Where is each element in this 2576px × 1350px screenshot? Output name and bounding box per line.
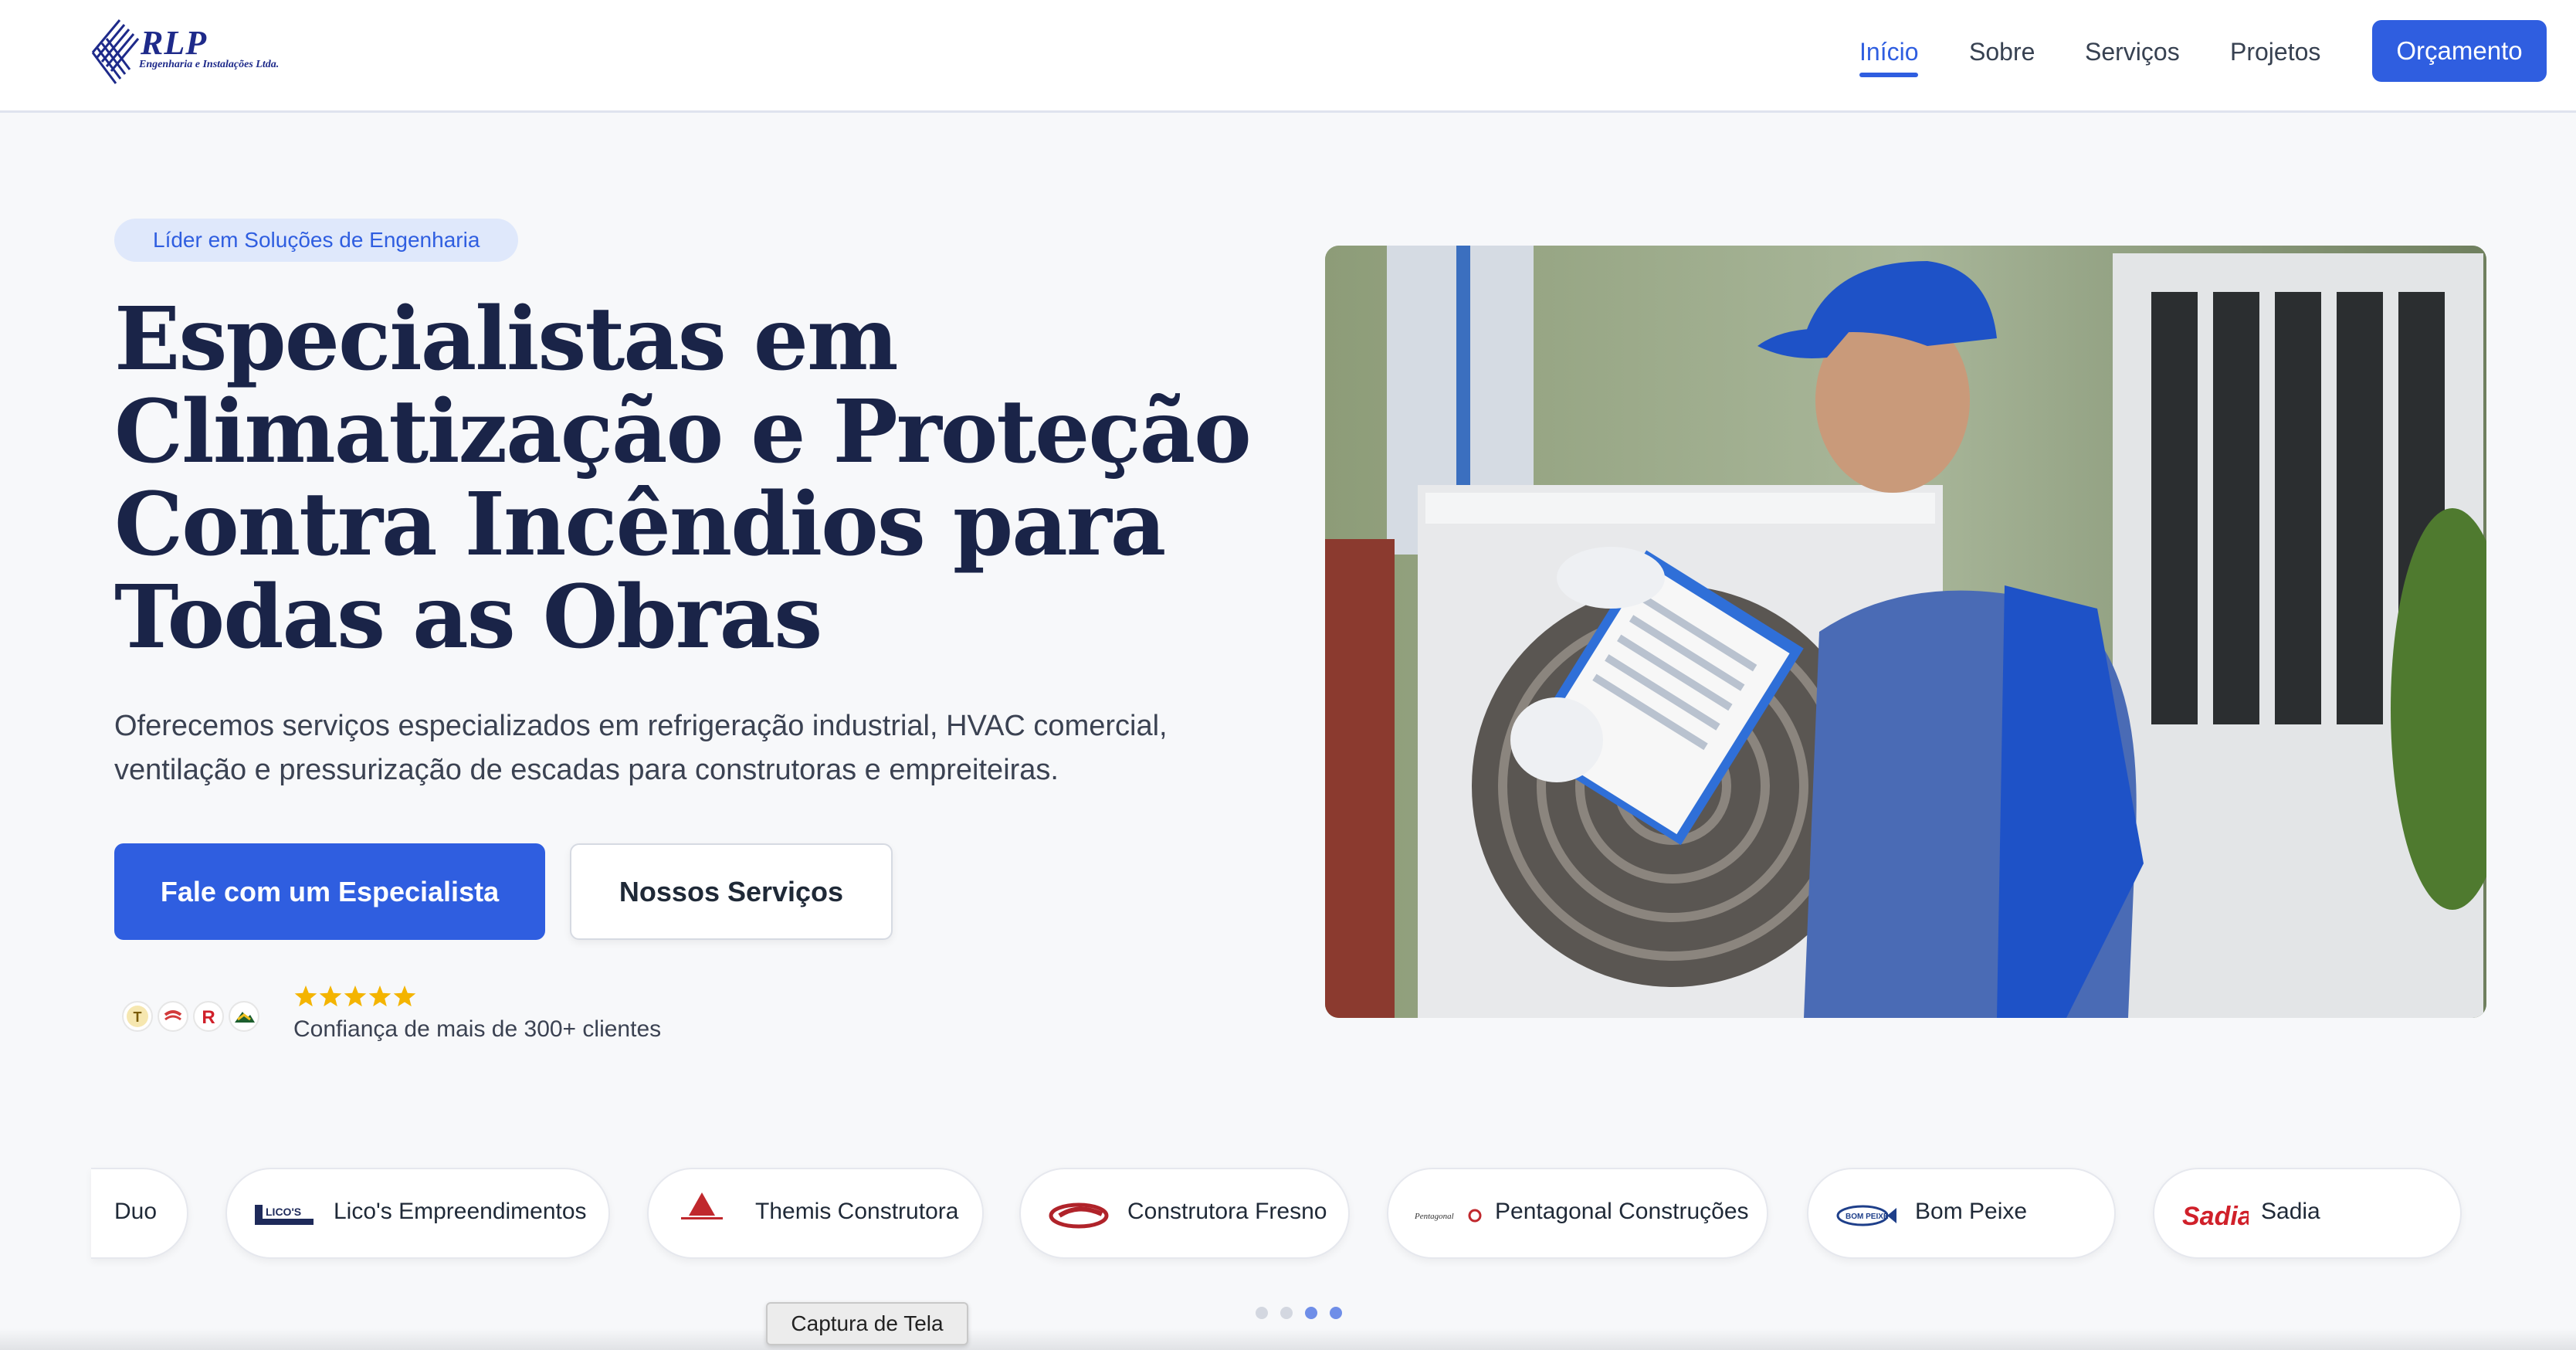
svg-text:Sadia: Sadia [2182, 1202, 2249, 1231]
star-icon [294, 985, 317, 1007]
site-header: RLP Engenharia e Instalações Ltda. Iníci… [0, 0, 2576, 113]
pentagonal-logo-icon: Pentagonal [1414, 1209, 1482, 1223]
hero-title: Especialistas em Climatização e Proteção… [114, 289, 1252, 668]
carousel-dot-active[interactable] [1305, 1307, 1317, 1319]
hero-badge: Líder em Soluções de Engenharia [114, 219, 519, 262]
our-services-button[interactable]: Nossos Serviços [570, 843, 893, 940]
carousel-pagination [1256, 1307, 1354, 1319]
partner-card-duo[interactable]: Duo [91, 1168, 188, 1259]
partner-card-sadia[interactable]: Sadia Sadia [2153, 1168, 2462, 1259]
partner-name: Pentagonal Construções [1495, 1199, 1749, 1224]
logo-name: RLP [141, 24, 208, 62]
nav-link-sobre[interactable]: Sobre [1969, 34, 2035, 73]
quote-button[interactable]: Orçamento [2372, 20, 2547, 82]
sadia-logo-icon: Sadia [2182, 1202, 2249, 1231]
nav-link-servicos[interactable]: Serviços [2085, 34, 2180, 73]
themis-logo-icon [681, 1192, 723, 1219]
partner-name: Bom Peixe [1915, 1199, 2028, 1224]
partner-name: Lico's Empreendimentos [334, 1199, 587, 1224]
partner-name: Construtora Fresno [1127, 1199, 1327, 1224]
carousel-dot[interactable] [1256, 1307, 1268, 1319]
client-logo-r-icon: R [193, 1001, 224, 1032]
partner-name: Duo [114, 1199, 158, 1224]
partner-name: Sadia [2261, 1199, 2320, 1224]
svg-text:R: R [202, 1007, 215, 1028]
partner-card-pentagonal[interactable]: Pentagonal Pentagonal Construções [1387, 1168, 1768, 1259]
svg-text:LICO'S: LICO'S [266, 1206, 301, 1218]
fresno-logo-icon [1049, 1202, 1109, 1229]
hero-image-technician [1325, 246, 2486, 1018]
contact-specialist-button[interactable]: Fale com um Especialista [114, 843, 545, 940]
active-indicator [1859, 73, 1919, 77]
client-avatars: T R [122, 1001, 264, 1035]
svg-text:BOM PEIXE: BOM PEIXE [1846, 1213, 1889, 1221]
svg-text:Pentagonal: Pentagonal [1414, 1212, 1454, 1221]
licos-logo-icon: LICO'S [255, 1205, 314, 1225]
client-logo-mountain-icon [229, 1001, 259, 1032]
carousel-dot[interactable] [1280, 1307, 1293, 1319]
partner-card-fresno[interactable]: Construtora Fresno [1019, 1168, 1350, 1259]
partner-name: Themis Construtora [755, 1199, 959, 1224]
star-icon [319, 985, 342, 1007]
company-logo[interactable]: RLP Engenharia e Instalações Ltda. [85, 14, 279, 91]
screenshot-tooltip: Captura de Tela [766, 1302, 968, 1345]
nav-link-inicio[interactable]: Início [1859, 34, 1919, 77]
partner-card-themis[interactable]: Themis Construtora [647, 1168, 984, 1259]
bottom-shadow [0, 1328, 2576, 1350]
partner-card-bompeixe[interactable]: BOM PEIXE Bom Peixe [1807, 1168, 2116, 1259]
client-logo-t-icon: T [122, 1001, 153, 1032]
trust-text: Confiança de mais de 300+ clientes [293, 1016, 662, 1042]
hero-subtitle: Oferecemos serviços especializados em re… [114, 710, 1168, 786]
nav-link-projetos[interactable]: Projetos [2230, 34, 2320, 73]
rating-stars [293, 984, 440, 1017]
star-icon [393, 985, 416, 1007]
logo-tagline: Engenharia e Instalações Ltda. [139, 59, 280, 70]
star-icon [368, 985, 391, 1007]
hvac-technician-illustration [1325, 246, 2486, 1018]
svg-text:T: T [134, 1009, 142, 1025]
partner-card-licos[interactable]: LICO'S Lico's Empreendimentos [225, 1168, 610, 1259]
nav-label: Início [1859, 38, 1919, 66]
star-icon [344, 985, 367, 1007]
client-logo-wave-icon [158, 1001, 188, 1032]
carousel-dot-active[interactable] [1330, 1307, 1342, 1319]
bompeixe-logo-icon: BOM PEIXE [1836, 1205, 1896, 1226]
